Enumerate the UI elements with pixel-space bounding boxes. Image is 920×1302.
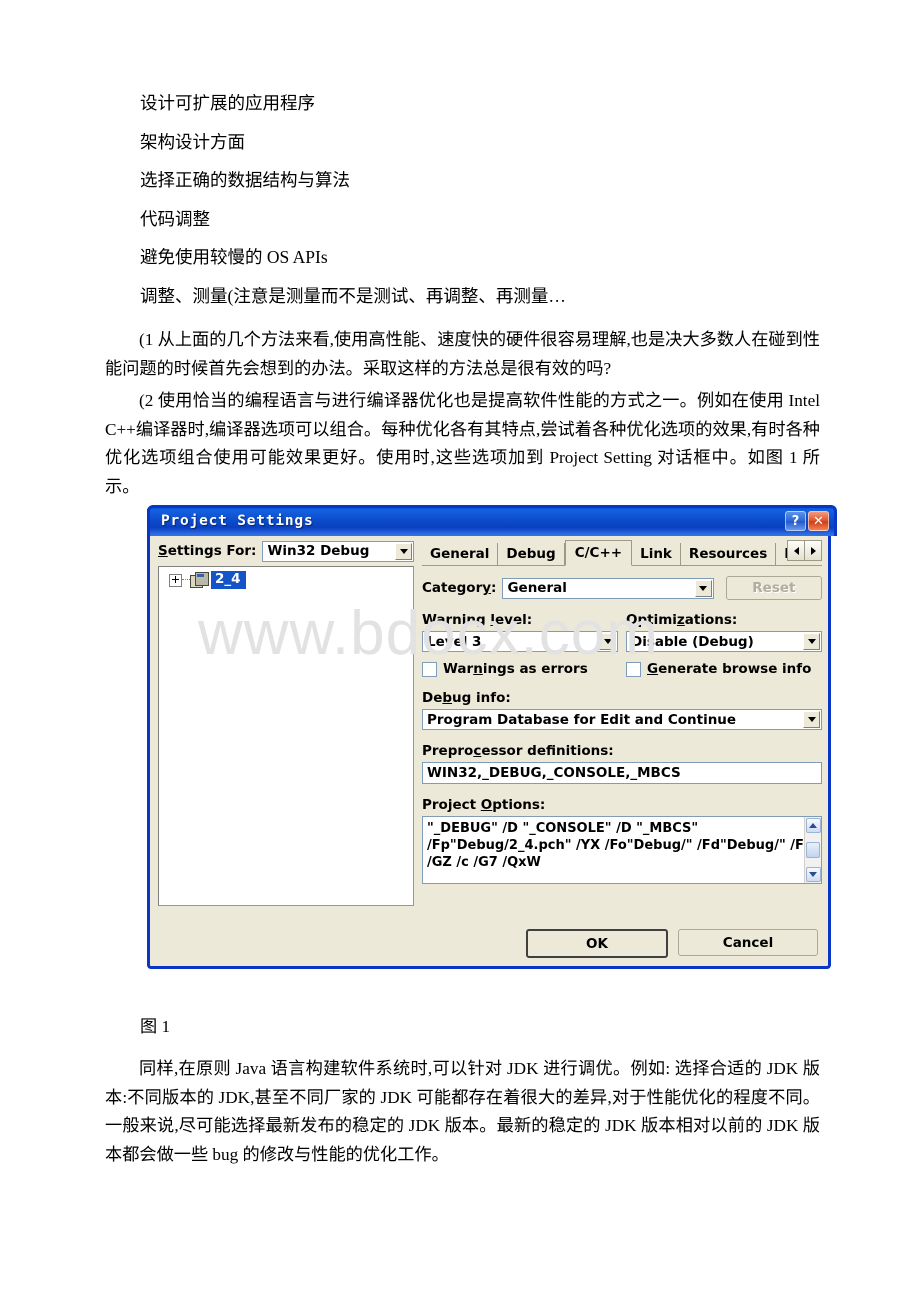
warnings-as-errors-label: Warnings as errors <box>443 661 588 677</box>
generate-browse-info-row[interactable]: Generate browse info <box>626 661 822 677</box>
scroll-up-icon[interactable] <box>805 818 821 833</box>
tab-c-cpp[interactable]: C/C++ <box>564 540 633 566</box>
chevron-down-icon[interactable] <box>599 633 616 650</box>
dialog-titlebar[interactable]: Project Settings ? ✕ <box>147 505 837 536</box>
optimizations-select[interactable]: Disable (Debug) <box>626 631 822 652</box>
project-options-label: Project Options: <box>422 797 546 813</box>
bullet-line-4: 代码调整 <box>140 208 210 229</box>
settings-for-select[interactable]: Win32 Debug <box>262 540 414 562</box>
optimizations-column: Optimizations: Disable (Debug) Generate … <box>626 612 822 677</box>
optimizations-value: Disable (Debug) <box>631 633 754 650</box>
right-pane: General Debug C/C++ Link Resources B Cat… <box>422 540 822 884</box>
tab-resources[interactable]: Resources <box>680 543 777 565</box>
options-columns: Warning level: Level 3 Warnings as error… <box>422 612 822 677</box>
bullet-line-3: 选择正确的数据结构与算法 <box>140 170 350 190</box>
tab-scroll-right-icon[interactable] <box>805 541 821 560</box>
settings-for-value: Win32 Debug <box>267 543 370 559</box>
warning-level-select[interactable]: Level 3 <box>422 631 618 652</box>
scrollbar-thumb[interactable] <box>806 842 820 858</box>
close-icon[interactable]: ✕ <box>808 511 829 531</box>
category-label: Category: <box>422 580 497 596</box>
dialog-buttons: OK Cancel <box>526 929 818 958</box>
figure-caption: 图 1 <box>140 1017 171 1036</box>
warning-level-column: Warning level: Level 3 Warnings as error… <box>422 612 618 677</box>
debug-info-label: Debug info: <box>422 690 511 706</box>
bullet-line-1: 设计可扩展的应用程序 <box>140 93 315 113</box>
tree-item-project[interactable]: 2_4 <box>169 571 413 589</box>
help-icon[interactable]: ? <box>785 511 806 531</box>
left-pane: Settings For: Win32 Debug 2_4 <box>158 540 414 906</box>
paragraph-3: 同样,在原则 Java 语言构建软件系统时,可以针对 JDK 进行调优。例如: … <box>105 1059 820 1164</box>
scroll-down-icon[interactable] <box>805 867 821 882</box>
document-page: 设计可扩展的应用程序 架构设计方面 选择正确的数据结构与算法 代码调整 避免使用… <box>0 0 920 1302</box>
project-options-scrollbar[interactable] <box>804 817 821 883</box>
tab-general[interactable]: General <box>422 543 499 565</box>
debug-info-block: Debug info: Program Database for Edit an… <box>422 690 822 730</box>
bullet-line-5: 避免使用较慢的 OS APIs <box>140 247 328 267</box>
settings-for-row: Settings For: Win32 Debug <box>158 540 414 562</box>
settings-for-label: Settings For: <box>158 543 257 559</box>
optimizations-label: Optimizations: <box>626 612 738 628</box>
warning-level-value: Level 3 <box>427 633 482 650</box>
chevron-down-icon[interactable] <box>694 579 712 597</box>
ok-button[interactable]: OK <box>526 929 668 958</box>
bullet-line-6: 调整、测量(注意是测量而不是测试、再调整、再测量… <box>140 285 566 306</box>
reset-button: Reset <box>725 576 822 600</box>
paragraph-1: (1 从上面的几个方法来看,使用高性能、速度快的硬件很容易理解,也是决大多数人在… <box>105 330 820 378</box>
project-options-value: "_DEBUG" /D "_CONSOLE" /D "_MBCS" /Fp"De… <box>427 821 815 870</box>
project-options-block: Project Options: "_DEBUG" /D "_CONSOLE" … <box>422 797 822 884</box>
project-options-textarea[interactable]: "_DEBUG" /D "_CONSOLE" /D "_MBCS" /Fp"De… <box>422 816 822 884</box>
tab-scroll-buttons <box>787 540 822 561</box>
chevron-down-icon[interactable] <box>395 542 412 560</box>
tree-connector <box>182 579 190 581</box>
chevron-down-icon[interactable] <box>803 633 820 650</box>
warnings-as-errors-checkbox[interactable] <box>422 661 437 677</box>
generate-browse-info-label: Generate browse info <box>647 661 812 677</box>
debug-info-value: Program Database for Edit and Continue <box>427 711 737 728</box>
document-body: 设计可扩展的应用程序 架构设计方面 选择正确的数据结构与算法 代码调整 避免使用… <box>105 93 820 514</box>
expand-icon[interactable] <box>169 573 182 587</box>
bullet-line-2: 架构设计方面 <box>140 131 245 152</box>
warnings-as-errors-row[interactable]: Warnings as errors <box>422 661 618 677</box>
tab-link[interactable]: Link <box>632 543 681 565</box>
chevron-down-icon[interactable] <box>803 711 820 728</box>
debug-info-select[interactable]: Program Database for Edit and Continue <box>422 709 822 730</box>
preprocessor-label: Preprocessor definitions: <box>422 743 614 759</box>
project-settings-dialog: Project Settings ? ✕ Settings For: Win32… <box>147 505 837 969</box>
project-tree[interactable]: 2_4 <box>158 566 414 906</box>
dialog-body: Settings For: Win32 Debug 2_4 General De… <box>150 534 828 966</box>
paragraph-2: (2 使用恰当的编程语言与进行编译器优化也是提高软件性能的方式之一。例如在使用 … <box>105 391 820 496</box>
settings-tabs: General Debug C/C++ Link Resources B <box>422 540 822 566</box>
tree-item-label: 2_4 <box>211 571 246 589</box>
tab-debug[interactable]: Debug <box>498 543 565 565</box>
preprocessor-block: Preprocessor definitions: WIN32,_DEBUG,_… <box>422 743 822 784</box>
cancel-button[interactable]: Cancel <box>678 929 818 956</box>
category-select[interactable]: General <box>502 577 714 599</box>
generate-browse-info-checkbox[interactable] <box>626 661 641 677</box>
category-row: Category: General Reset <box>422 576 822 600</box>
project-icon <box>190 572 209 588</box>
titlebar-buttons: ? ✕ <box>785 511 829 531</box>
category-value: General <box>507 580 567 596</box>
preprocessor-input[interactable]: WIN32,_DEBUG,_CONSOLE,_MBCS <box>422 762 822 784</box>
dialog-title: Project Settings <box>161 513 314 529</box>
warning-level-label: Warning level: <box>422 612 533 628</box>
tab-scroll-left-icon[interactable] <box>788 541 805 560</box>
